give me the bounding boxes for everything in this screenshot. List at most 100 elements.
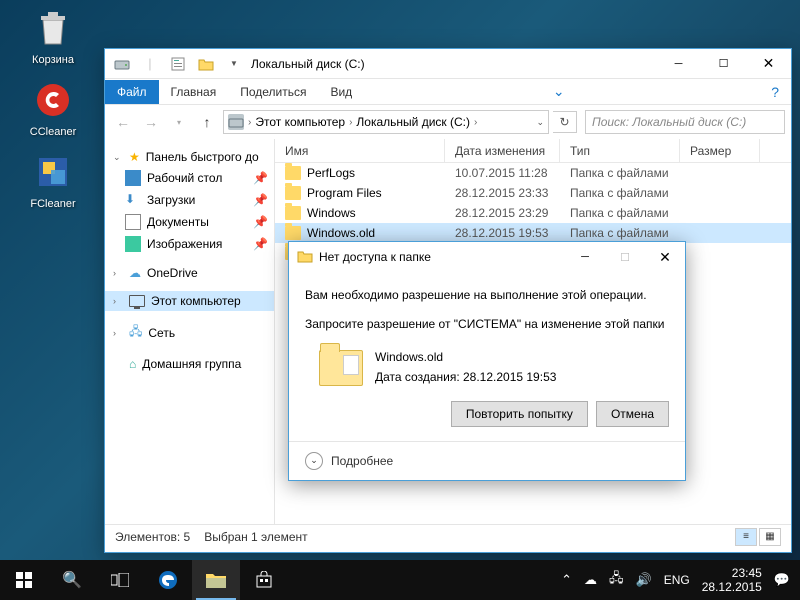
cancel-button[interactable]: Отмена: [596, 401, 669, 427]
ccleaner-icon: [33, 80, 73, 120]
tab-share[interactable]: Поделиться: [228, 80, 318, 104]
nav-label: Панель быстрого до: [146, 150, 259, 164]
fcleaner-icon: [33, 152, 73, 192]
nav-recent-dropdown[interactable]: ▾: [167, 110, 191, 134]
breadcrumb-drive[interactable]: Локальный диск (C:): [356, 115, 470, 129]
breadcrumb-pc[interactable]: Этот компьютер: [255, 115, 345, 129]
taskbar-search-button[interactable]: 🔍: [48, 560, 96, 600]
pc-icon: [129, 295, 145, 307]
desktop-icon-ccleaner[interactable]: CCleaner: [18, 80, 88, 138]
folder-icon: [319, 350, 363, 386]
dialog-maximize-button: ☐: [605, 243, 645, 272]
tray-clock[interactable]: 23:45 28.12.2015: [702, 566, 762, 595]
nav-label: Документы: [147, 215, 209, 229]
ribbon-expand-icon[interactable]: ⌄: [553, 83, 577, 100]
file-date: 28.12.2015 23:33: [445, 186, 560, 200]
taskbar-taskview-button[interactable]: [96, 560, 144, 600]
view-details-button[interactable]: ≡: [735, 528, 757, 546]
tab-home[interactable]: Главная: [159, 80, 229, 104]
status-count: Элементов: 5: [115, 530, 190, 544]
view-icons-button[interactable]: ▦: [759, 528, 781, 546]
nav-network[interactable]: ›🖧Сеть: [105, 319, 274, 346]
minimize-button[interactable]: ─: [656, 49, 701, 78]
nav-forward-button[interactable]: →: [139, 110, 163, 134]
tray-chevron-icon[interactable]: ⌃: [561, 572, 572, 588]
taskbar-edge-button[interactable]: [144, 560, 192, 600]
nav-label: Рабочий стол: [147, 171, 222, 185]
dialog-more-details[interactable]: ⌄ Подробнее: [289, 441, 685, 480]
file-type: Папка с файлами: [560, 206, 680, 220]
dialog-folder-date: Дата создания: 28.12.2015 19:53: [375, 368, 556, 387]
dialog-titlebar[interactable]: Нет доступа к папке ─ ☐ ✕: [289, 242, 685, 272]
file-row[interactable]: PerfLogs10.07.2015 11:28Папка с файлами: [275, 163, 791, 183]
qat-newfolder-icon[interactable]: [197, 55, 215, 73]
recycle-bin-icon: [33, 8, 73, 48]
breadcrumb-sep: ›: [349, 117, 352, 128]
nav-documents[interactable]: Документы📌: [105, 211, 274, 233]
taskbar: 🔍 ⌃ ☁ 🖧 🔊 ENG 23:45 28.12.2015 💬: [0, 560, 800, 600]
tray-language[interactable]: ENG: [664, 573, 690, 587]
file-row[interactable]: Program Files28.12.2015 23:33Папка с фай…: [275, 183, 791, 203]
taskbar-store-button[interactable]: [240, 560, 288, 600]
tray-volume-icon[interactable]: 🔊: [636, 572, 652, 588]
taskbar-explorer-button[interactable]: [192, 560, 240, 600]
breadcrumb-sep: ›: [248, 117, 251, 128]
address-dropdown-icon[interactable]: ⌄: [536, 117, 544, 128]
nav-homegroup[interactable]: ⌂Домашняя группа: [105, 354, 274, 374]
qat-properties-icon[interactable]: [169, 55, 187, 73]
maximize-button[interactable]: ☐: [701, 49, 746, 78]
file-type: Папка с файлами: [560, 166, 680, 180]
nav-back-button[interactable]: ←: [111, 110, 135, 134]
start-button[interactable]: [0, 560, 48, 600]
file-date: 28.12.2015 19:53: [445, 226, 560, 240]
help-icon[interactable]: ?: [765, 84, 791, 100]
col-name[interactable]: Имя: [275, 139, 445, 162]
retry-button[interactable]: Повторить попытку: [451, 401, 588, 427]
tab-view[interactable]: Вид: [318, 80, 364, 104]
file-date: 28.12.2015 23:29: [445, 206, 560, 220]
nav-onedrive[interactable]: ›☁OneDrive: [105, 263, 274, 283]
breadcrumb-sep: ›: [474, 117, 477, 128]
dialog-folder-name: Windows.old: [375, 348, 556, 367]
titlebar[interactable]: | ▼ Локальный диск (C:) ─ ☐ ✕: [105, 49, 791, 79]
tab-file[interactable]: Файл: [105, 80, 159, 104]
search-placeholder: Поиск: Локальный диск (C:): [592, 115, 746, 129]
desktop-icon-label: CCleaner: [18, 126, 88, 138]
file-name: Windows: [307, 206, 356, 220]
folder-icon: [285, 206, 301, 220]
search-input[interactable]: Поиск: Локальный диск (C:): [585, 110, 785, 134]
nav-quick-access[interactable]: ⌄★Панель быстрого до: [105, 147, 274, 167]
desktop-icon-label: FCleaner: [18, 198, 88, 210]
column-headers: Имя Дата изменения Тип Размер: [275, 139, 791, 163]
file-row[interactable]: Windows 28.12.2015 23:29Папка с файлами: [275, 203, 791, 223]
nav-pane: ⌄★Панель быстрого до Рабочий стол📌 ⬇Загр…: [105, 139, 275, 524]
tray-network-icon[interactable]: 🖧: [609, 569, 624, 591]
navbar: ← → ▾ ↑ › Этот компьютер › Локальный дис…: [105, 105, 791, 139]
folder-icon: [285, 166, 301, 180]
qat-dropdown-icon[interactable]: ▼: [225, 55, 243, 73]
drive-icon: [113, 55, 131, 73]
file-name: PerfLogs: [307, 166, 355, 180]
nav-downloads[interactable]: ⬇Загрузки📌: [105, 189, 274, 211]
col-type[interactable]: Тип: [560, 139, 680, 162]
nav-up-button[interactable]: ↑: [195, 110, 219, 134]
dialog-minimize-button[interactable]: ─: [565, 243, 605, 272]
nav-this-pc[interactable]: ›Этот компьютер: [105, 291, 274, 311]
tray-onedrive-icon[interactable]: ☁: [584, 572, 597, 588]
file-row[interactable]: Windows.old28.12.2015 19:53Папка с файла…: [275, 223, 791, 243]
close-button[interactable]: ✕: [746, 49, 791, 78]
statusbar: Элементов: 5 Выбран 1 элемент ≡ ▦: [105, 524, 791, 548]
nav-pictures[interactable]: Изображения📌: [105, 233, 274, 255]
refresh-button[interactable]: ↻: [553, 111, 577, 133]
dialog-close-button[interactable]: ✕: [645, 243, 685, 272]
dialog-message-2: Запросите разрешение от "СИСТЕМА" на изм…: [305, 315, 669, 334]
file-name: Program Files: [307, 186, 382, 200]
nav-desktop[interactable]: Рабочий стол📌: [105, 167, 274, 189]
desktop-icon-recycle-bin[interactable]: Корзина: [18, 8, 88, 66]
tray-notifications-icon[interactable]: 💬: [774, 572, 790, 588]
desktop-icon-fcleaner[interactable]: FCleaner: [18, 152, 88, 210]
col-size[interactable]: Размер: [680, 139, 760, 162]
address-bar[interactable]: › Этот компьютер › Локальный диск (C:) ›…: [223, 110, 549, 134]
file-name: Windows.old: [307, 226, 375, 240]
col-date[interactable]: Дата изменения: [445, 139, 560, 162]
